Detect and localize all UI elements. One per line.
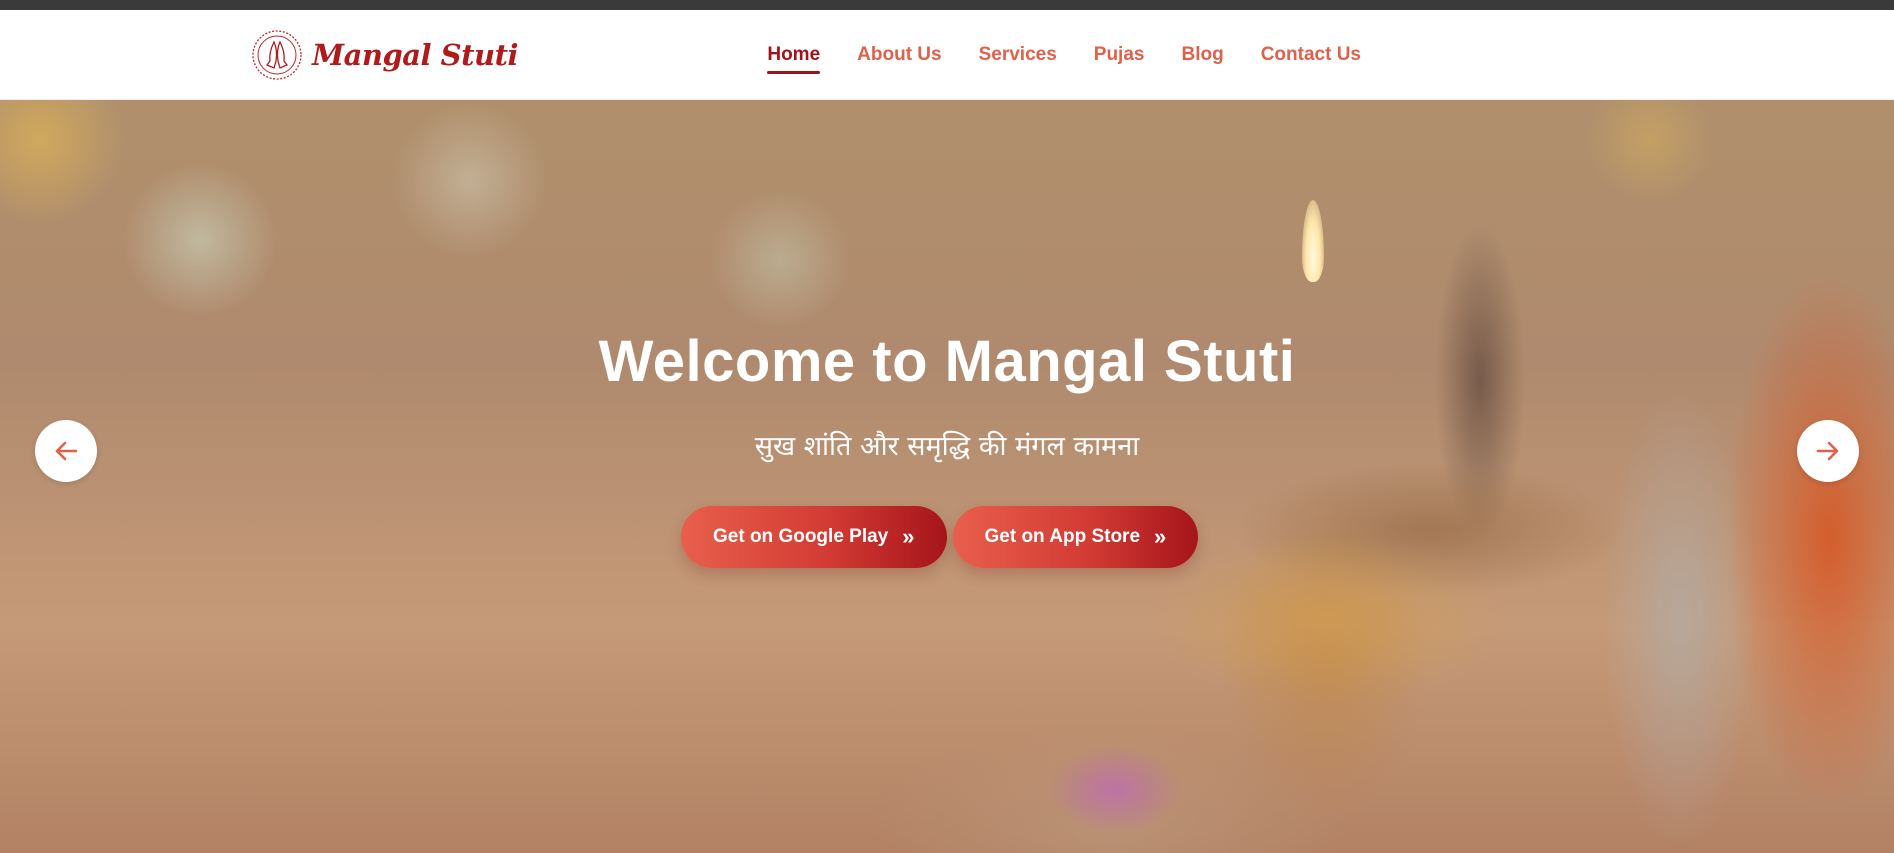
google-play-button[interactable]: Get on Google Play »	[681, 506, 947, 568]
hero-title: Welcome to Mangal Stuti	[598, 329, 1296, 394]
slider-prev-button[interactable]	[35, 420, 97, 482]
arrow-left-icon	[55, 441, 78, 461]
nav-item-services[interactable]: Services	[979, 38, 1057, 72]
nav-item-contact-us[interactable]: Contact Us	[1261, 38, 1361, 72]
brand-logo[interactable]: Mangal Stuti	[250, 28, 519, 82]
arrow-right-icon	[1816, 441, 1839, 461]
hero-subtitle: सुख शांति और समृद्धि की मंगल कामना	[754, 431, 1140, 462]
double-chevron-right-icon: »	[902, 524, 915, 549]
main-nav: Home About Us Services Pujas Blog Contac…	[767, 10, 1361, 100]
hero-content: Welcome to Mangal Stuti सुख शांति और समृ…	[0, 100, 1894, 853]
nav-item-home[interactable]: Home	[767, 38, 820, 74]
google-play-button-label: Get on Google Play	[713, 526, 889, 547]
top-bar	[0, 0, 1894, 10]
brand-name: Mangal Stuti	[312, 38, 519, 72]
cta-buttons: Get on Google Play » Get on App Store »	[681, 506, 1199, 568]
app-store-button[interactable]: Get on App Store »	[952, 506, 1199, 568]
app-store-button-label: Get on App Store	[984, 526, 1141, 547]
nav-item-blog[interactable]: Blog	[1181, 38, 1223, 72]
praying-hands-logo-icon	[252, 30, 302, 80]
hero-slider: Welcome to Mangal Stuti सुख शांति और समृ…	[0, 100, 1894, 853]
double-chevron-right-icon: »	[1154, 524, 1167, 549]
nav-item-pujas[interactable]: Pujas	[1094, 38, 1145, 72]
site-header: Mangal Stuti Home About Us Services Puja…	[0, 10, 1894, 100]
slider-next-button[interactable]	[1797, 420, 1859, 482]
nav-item-about-us[interactable]: About Us	[857, 38, 941, 72]
